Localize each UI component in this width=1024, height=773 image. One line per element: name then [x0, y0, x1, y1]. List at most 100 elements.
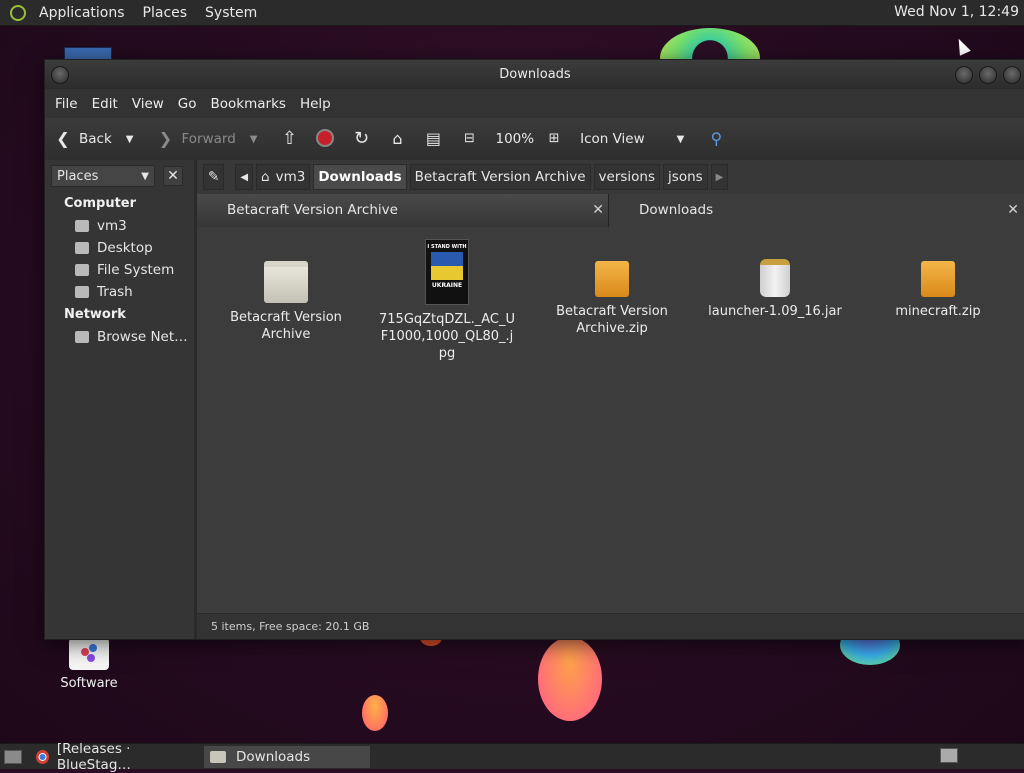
menu-view[interactable]: View	[125, 96, 171, 112]
task-downloads[interactable]: Downloads	[204, 745, 370, 768]
back-arrow-icon: ❮	[56, 129, 70, 148]
sidebar-item-desktop[interactable]: Desktop	[45, 237, 194, 259]
stop-button[interactable]	[315, 129, 341, 149]
window-menu-button[interactable]	[51, 66, 69, 84]
wallpaper-blob	[362, 695, 388, 731]
reload-icon: ↻	[353, 128, 370, 149]
minimize-button[interactable]	[955, 66, 973, 84]
close-window-button[interactable]	[1003, 66, 1021, 84]
computer-icon: ▤	[425, 129, 442, 148]
file-item[interactable]: minecraft.zip	[868, 255, 1008, 320]
toggle-location-entry-button[interactable]: ✎	[203, 164, 225, 190]
zoom-out-icon: ⊟	[464, 131, 475, 146]
menu-file[interactable]: File	[48, 96, 85, 112]
menu-system[interactable]: System	[196, 5, 266, 21]
menubar: File Edit View Go Bookmarks Help	[45, 89, 1024, 118]
menu-help[interactable]: Help	[293, 96, 338, 112]
search-button[interactable]: ⚲	[706, 129, 732, 149]
sidebar-type-select[interactable]: Places ▼	[51, 165, 155, 187]
zoom-in-button[interactable]: ⊞	[544, 129, 570, 149]
close-tab-icon[interactable]: ✕	[1007, 194, 1019, 226]
trash-icon	[75, 286, 89, 298]
sidebar-type-label: Places	[57, 168, 99, 184]
folder-icon	[210, 750, 226, 763]
thumbnail-text: I STAND WITH	[427, 244, 467, 250]
show-desktop-button[interactable]	[4, 749, 22, 764]
close-sidebar-button[interactable]: ✕	[163, 166, 183, 186]
forward-button[interactable]: ❯ Forward ▼	[155, 129, 269, 149]
window-title: Downloads	[499, 67, 571, 82]
file-item[interactable]: Betacraft Version Archive	[216, 255, 356, 343]
view-mode-caret-icon: ▼	[676, 133, 685, 145]
path-segment-downloads[interactable]: Downloads	[313, 164, 407, 190]
path-segment-versions[interactable]: versions	[593, 164, 661, 190]
back-history-caret-icon[interactable]: ▼	[126, 134, 134, 145]
forward-label: Forward	[181, 131, 236, 147]
sidebar-item-file-system[interactable]: File System	[45, 259, 194, 281]
close-tab-icon[interactable]: ✕	[592, 194, 604, 226]
distro-logo-icon	[10, 4, 26, 21]
sidebar-header: Places ▼ ✕	[45, 160, 194, 192]
file-name: minecraft.zip	[895, 304, 981, 319]
file-name: Betacraft Version Archive	[230, 310, 342, 342]
wallpaper-blob	[538, 637, 602, 721]
path-scroll-right-button[interactable]: ▶	[710, 164, 729, 190]
desktop-folder-icon	[75, 242, 89, 254]
chevron-right-icon: ▶	[715, 171, 724, 183]
forward-history-caret-icon[interactable]: ▼	[250, 134, 258, 145]
window-titlebar[interactable]: Downloads	[45, 60, 1024, 89]
reload-button[interactable]: ↻	[351, 129, 377, 149]
file-item[interactable]: Betacraft Version Archive.zip	[542, 255, 682, 337]
workspace-switcher[interactable]	[940, 748, 958, 763]
sidebar-item-trash[interactable]: Trash	[45, 281, 194, 303]
menu-go[interactable]: Go	[171, 96, 204, 112]
zoom-out-button[interactable]: ⊟	[459, 129, 485, 149]
task-browser-releases[interactable]: [Releases · BlueStag…	[30, 741, 204, 773]
chevron-down-icon: ▼	[141, 170, 149, 182]
toolbar: ❮ Back ▼ ❯ Forward ▼ ⇧ ↻ ⌂ ▤ ⊟ 100% ⊞ Ic…	[45, 118, 1024, 161]
bottom-panel: [Releases · BlueStag… Downloads	[0, 741, 1024, 773]
home-folder-icon: ⌂	[392, 129, 403, 148]
path-segment-vm3[interactable]: ⌂ vm3	[256, 164, 311, 190]
file-item[interactable]: launcher-1.09_16.jar	[705, 255, 845, 320]
menu-places[interactable]: Places	[134, 5, 197, 21]
up-arrow-icon: ⇧	[281, 128, 298, 149]
view-mode-select[interactable]: Icon View ▼	[580, 131, 696, 147]
path-scroll-left-button[interactable]: ◀	[235, 164, 254, 190]
tab-label: Betacraft Version Archive	[227, 202, 398, 218]
network-icon	[75, 331, 89, 343]
sidebar-item-browse-network[interactable]: Browse Net…	[45, 326, 194, 348]
sidebar-group-computer: Computer	[64, 196, 137, 211]
drive-icon	[75, 264, 89, 276]
path-segment-jsons[interactable]: jsons	[663, 164, 708, 190]
sidebar-item-label: Desktop	[97, 240, 153, 256]
menu-bookmarks[interactable]: Bookmarks	[204, 96, 293, 112]
tab-downloads[interactable]: Downloads ✕	[609, 194, 1023, 227]
archive-package-icon	[921, 261, 955, 297]
panel-clock[interactable]: Wed Nov 1, 12:49	[894, 4, 1019, 20]
maximize-button[interactable]	[979, 66, 997, 84]
view-mode-label: Icon View	[580, 131, 645, 147]
menu-edit[interactable]: Edit	[85, 96, 125, 112]
computer-button[interactable]: ▤	[423, 129, 449, 149]
sidebar-item-label: vm3	[97, 218, 127, 234]
folder-icon	[264, 261, 308, 303]
sidebar-item-label: Browse Net…	[97, 329, 188, 345]
archive-package-icon	[595, 261, 629, 297]
file-item[interactable]: I STAND WITH UKRAINE 715GqZtqDZL._AC_UF1…	[377, 239, 517, 362]
back-button[interactable]: ❮ Back ▼	[53, 129, 145, 149]
sidebar-item-label: Trash	[97, 284, 133, 300]
status-text: 5 items, Free space: 20.1 GB	[211, 620, 370, 633]
desktop-icon-software[interactable]: Software	[56, 638, 122, 691]
tab-betacraft-version-archive[interactable]: Betacraft Version Archive ✕	[197, 194, 609, 227]
menu-applications[interactable]: Applications	[30, 5, 134, 21]
up-button[interactable]: ⇧	[279, 129, 305, 149]
sidebar-item-vm3[interactable]: vm3	[45, 215, 194, 237]
chrome-icon	[36, 749, 49, 764]
stop-icon	[315, 129, 335, 149]
home-folder-icon	[75, 220, 89, 232]
path-segment-betacraft[interactable]: Betacraft Version Archive	[409, 164, 591, 190]
file-name: 715GqZtqDZL._AC_UF1000,1000_QL80_.jpg	[379, 312, 515, 361]
file-icon-view[interactable]: Betacraft Version Archive I STAND WITH U…	[197, 227, 1024, 611]
home-button[interactable]: ⌂	[387, 129, 413, 149]
